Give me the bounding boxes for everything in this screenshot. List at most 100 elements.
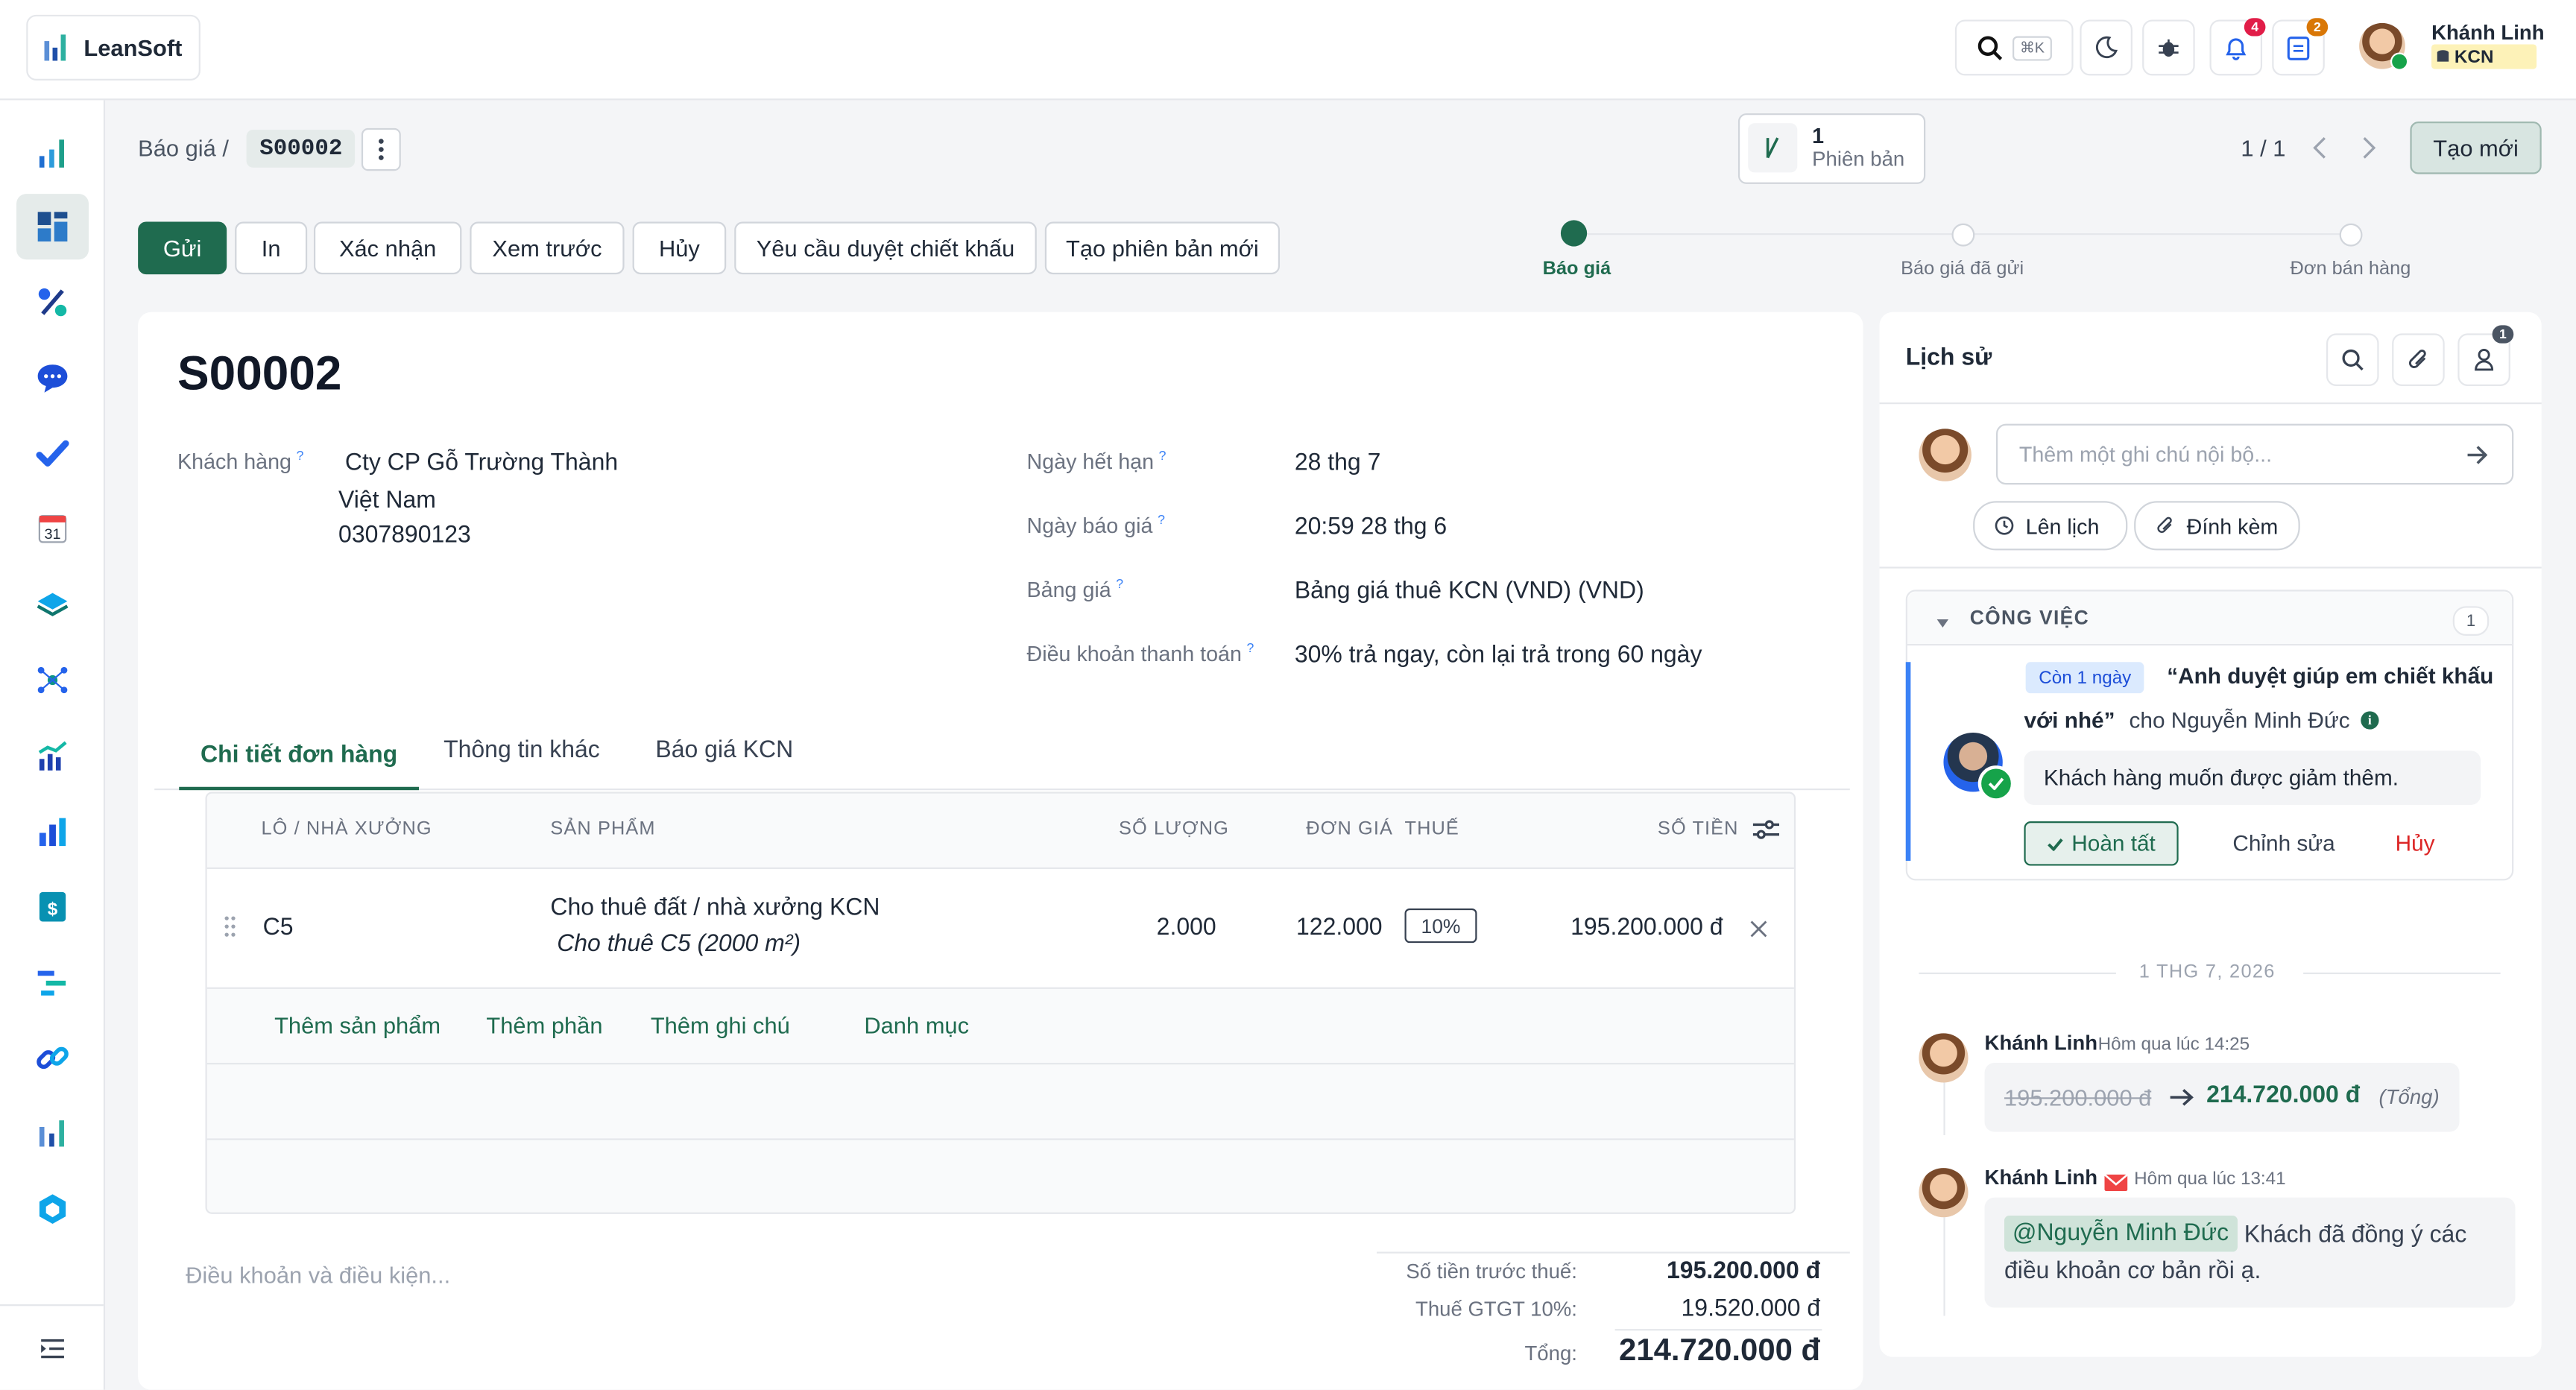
table-row[interactable]: [206, 867, 1794, 989]
preview-button[interactable]: Xem trước: [470, 221, 625, 275]
column-header-quantity[interactable]: SỐ LƯỢNG: [1119, 820, 1229, 839]
version-icon-box: [1748, 123, 1798, 173]
expiry-date-field[interactable]: 28 thg 7: [1295, 450, 1381, 476]
pager-value[interactable]: 1 / 1: [2241, 135, 2285, 161]
activities-button[interactable]: 2: [2272, 18, 2329, 76]
mark-done-button[interactable]: Hoàn tất: [2024, 821, 2179, 866]
message-author-avatar[interactable]: [1919, 1033, 1969, 1083]
row-delete-button[interactable]: [1749, 917, 1767, 943]
sidebar-item-reporting[interactable]: [16, 723, 89, 789]
confirm-button[interactable]: Xác nhận: [313, 221, 462, 275]
row-quantity[interactable]: 2.000: [1157, 915, 1216, 941]
attach-file-button[interactable]: Đính kèm: [2134, 501, 2300, 551]
status-step-order-dot[interactable]: [2339, 223, 2363, 247]
message-author-avatar[interactable]: [1919, 1168, 1969, 1218]
sidebar-item-calendar[interactable]: 31: [16, 496, 89, 562]
message-thread-line: [1943, 1217, 1945, 1316]
chatter-followers-button[interactable]: 1: [2457, 325, 2514, 386]
column-header-product[interactable]: SẢN PHẨM: [550, 820, 655, 839]
send-note-button[interactable]: [2457, 435, 2497, 475]
sidebar-item-todo[interactable]: [16, 420, 89, 486]
sidebar-item-analytics[interactable]: [16, 798, 89, 864]
search-button[interactable]: ⌘K: [1954, 19, 2074, 76]
status-step-draft-dot[interactable]: [1560, 220, 1588, 247]
cancel-activity-button[interactable]: Hủy: [2396, 831, 2435, 856]
sidebar-item-leansoft[interactable]: [16, 1101, 89, 1166]
row-unit-price[interactable]: 122.000: [1296, 915, 1383, 941]
sidebar-item-planning[interactable]: [16, 950, 89, 1015]
edit-activity-button[interactable]: Chỉnh sửa: [2232, 831, 2334, 856]
sidebar-collapse-button[interactable]: [16, 1315, 89, 1381]
user-name[interactable]: Khánh Linh: [2431, 22, 2545, 45]
sidebar-item-discount[interactable]: [16, 269, 89, 335]
column-header-lot[interactable]: LÔ / NHÀ XƯỞNG: [261, 820, 432, 839]
version-smart-button[interactable]: 1 Phiên bản: [1737, 113, 1926, 184]
catalog-link[interactable]: Danh mục: [864, 1012, 969, 1038]
bar-chart-icon: [39, 818, 66, 847]
payment-terms-field[interactable]: 30% trả ngay, còn lại trả trong 60 ngày: [1295, 642, 1702, 669]
message-author[interactable]: Khánh Linh: [1985, 1032, 2098, 1055]
row-lot[interactable]: C5: [263, 915, 294, 941]
column-header-tax[interactable]: THUẾ: [1405, 820, 1459, 839]
tab-order-lines[interactable]: Chi tiết đơn hàng: [179, 724, 420, 791]
status-step-draft[interactable]: Báo giá: [1543, 259, 1611, 279]
chatter-search-button[interactable]: [2326, 333, 2379, 386]
quote-date-field[interactable]: 20:59 28 thg 6: [1295, 514, 1447, 540]
sidebar-item-inventory[interactable]: [16, 572, 89, 637]
notifications-button[interactable]: 4: [2209, 18, 2266, 76]
add-product-link[interactable]: Thêm sản phẩm: [274, 1012, 441, 1038]
message-author[interactable]: Khánh Linh: [1985, 1166, 2098, 1190]
row-tax-tag[interactable]: 10%: [1404, 908, 1477, 944]
row-description[interactable]: Cho thuê C5 (2000 m²): [557, 932, 801, 958]
pager-previous-button[interactable]: [2308, 135, 2332, 166]
row-drag-handle[interactable]: [224, 915, 237, 943]
column-header-amount[interactable]: SỐ TIỀN: [1658, 820, 1739, 839]
send-button[interactable]: Gửi: [138, 221, 227, 275]
request-discount-approval-button[interactable]: Yêu cầu duyệt chiết khấu: [734, 221, 1037, 275]
create-new-button[interactable]: Tạo mới: [2410, 121, 2542, 174]
record-menu-button[interactable]: [361, 127, 401, 171]
activity-note: Khách hàng muốn được giảm thêm.: [2024, 751, 2481, 806]
add-note-link[interactable]: Thêm ghi chú: [651, 1012, 790, 1038]
column-header-unit-price[interactable]: ĐƠN GIÁ: [1306, 820, 1393, 839]
chatter-attachments-button[interactable]: [2392, 333, 2445, 386]
sidebar-item-dashboard[interactable]: [16, 120, 89, 186]
cancel-button[interactable]: Hủy: [632, 221, 727, 275]
sidebar-item-sales[interactable]: [16, 194, 89, 260]
debug-button[interactable]: [2142, 19, 2195, 76]
schedule-activity-button[interactable]: Lên lịch: [1973, 501, 2128, 551]
terms-conditions-input[interactable]: Điều khoản và điều kiện...: [186, 1262, 450, 1288]
activity-info-icon[interactable]: i: [2361, 711, 2379, 730]
breadcrumb-parent[interactable]: Báo giá /: [138, 135, 229, 161]
sidebar-item-network[interactable]: [16, 647, 89, 713]
layers-icon: [37, 593, 69, 616]
bug-icon: [2159, 39, 2179, 57]
company-switcher[interactable]: KCN: [2431, 44, 2537, 69]
pager-next-button[interactable]: [2358, 135, 2381, 166]
status-step-order[interactable]: Đơn bán hàng: [2291, 259, 2411, 279]
tab-kcn-quote[interactable]: Báo giá KCN: [655, 738, 793, 764]
print-button[interactable]: In: [235, 221, 308, 275]
app-logo[interactable]: LeanSoft: [26, 14, 201, 81]
column-settings-button[interactable]: [1752, 818, 1780, 846]
chat-bubble-icon: [37, 364, 68, 393]
pricelist-field[interactable]: Bảng giá thuê KCN (VND) (VND): [1295, 578, 1644, 604]
sidebar-item-apps[interactable]: [16, 1176, 89, 1242]
app-name: LeanSoft: [83, 34, 183, 61]
status-step-sent[interactable]: Báo giá đã gửi: [1901, 259, 2024, 279]
activities-toggle[interactable]: [1935, 610, 1950, 636]
status-step-sent-dot[interactable]: [1951, 223, 1975, 247]
dark-mode-toggle[interactable]: [2080, 19, 2133, 76]
customer-name[interactable]: Cty CP Gỗ Trường Thành: [345, 450, 618, 476]
search-icon: [2342, 349, 2364, 371]
row-product[interactable]: Cho thuê đất / nhà xưởng KCN: [550, 895, 880, 921]
create-new-version-button[interactable]: Tạo phiên bản mới: [1044, 221, 1280, 275]
sidebar-item-invoicing[interactable]: $: [16, 874, 89, 940]
sidebar-item-discuss[interactable]: [16, 345, 89, 411]
mention-link[interactable]: @Nguyễn Minh Đức: [2004, 1216, 2238, 1252]
note-composer-input[interactable]: Thêm một ghi chú nội bộ...: [1995, 423, 2514, 485]
untaxed-label: Số tiền trước thuế:: [1406, 1260, 1577, 1283]
sidebar-item-links[interactable]: [16, 1025, 89, 1090]
tab-other-info[interactable]: Thông tin khác: [443, 738, 600, 764]
add-section-link[interactable]: Thêm phần: [486, 1012, 602, 1038]
